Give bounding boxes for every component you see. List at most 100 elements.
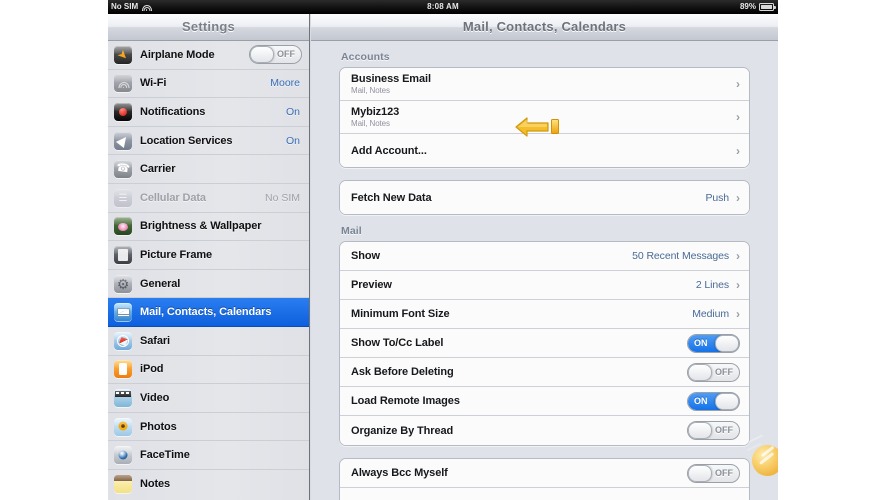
notifications-icon — [114, 102, 132, 121]
sidebar-item-label: Video — [140, 391, 170, 404]
account-row-mybiz123[interactable]: Mybiz123 Mail, Notes › — [340, 101, 749, 134]
sidebar-item-label: Mail, Contacts, Calendars — [140, 306, 272, 319]
safari-icon — [114, 331, 132, 350]
chevron-right-icon: › — [736, 110, 740, 124]
row-label: Load Remote Images — [351, 395, 460, 407]
sidebar-item-photos[interactable]: Photos — [108, 413, 309, 442]
chevron-right-icon: › — [736, 190, 740, 205]
toggle-state-label: ON — [694, 395, 708, 406]
sidebar-item-label: Notifications — [140, 105, 206, 118]
sidebar-item-airplane-mode[interactable]: ➤ Airplane Mode OFF — [108, 41, 309, 70]
account-name: Business Email — [351, 73, 431, 85]
facetime-icon — [114, 446, 132, 465]
row-label: Minimum Font Size — [351, 308, 450, 320]
add-account-label: Add Account... — [351, 144, 427, 157]
chevron-right-icon: › — [736, 77, 740, 91]
sidebar-item-label: Photos — [140, 420, 177, 433]
sidebar-item-value: Moore — [270, 77, 300, 90]
sidebar-item-wifi[interactable]: Wi-Fi Moore — [108, 70, 309, 99]
fetch-new-data-label: Fetch New Data — [351, 191, 432, 204]
sidebar-item-label: Carrier — [140, 163, 176, 176]
mail-row-preview[interactable]: Preview 2 Lines › — [340, 271, 749, 300]
sidebar-item-brightness-wallpaper[interactable]: Brightness & Wallpaper — [108, 213, 309, 242]
chevron-right-icon: › — [736, 307, 740, 321]
sidebar-navbar: Settings — [108, 14, 309, 41]
sidebar-item-value: No SIM — [264, 191, 300, 204]
sidebar-item-safari[interactable]: Safari — [108, 327, 309, 356]
sidebar-item-label: General — [140, 277, 181, 290]
sidebar-item-label: Picture Frame — [140, 248, 213, 261]
toggle-state-label: ON — [694, 337, 708, 348]
organize-by-thread-toggle[interactable]: OFF — [687, 421, 740, 440]
toggle-state-label: OFF — [715, 425, 733, 435]
detail-scroll-area[interactable]: Accounts Business Email Mail, Notes › My… — [311, 41, 778, 500]
mail-row-ask-before-deleting[interactable]: Ask Before Deleting OFF — [340, 358, 749, 387]
mail-row-load-remote-images[interactable]: Load Remote Images ON — [340, 387, 749, 416]
notes-icon — [114, 475, 132, 494]
sidebar-item-picture-frame[interactable]: Picture Frame — [108, 241, 309, 270]
sidebar-item-value: On — [285, 134, 300, 147]
sidebar-item-cellular-data[interactable]: ☰ Cellular Data No SIM — [108, 184, 309, 213]
airplane-mode-toggle[interactable]: OFF — [249, 45, 302, 65]
page-title: Mail, Contacts, Calendars — [462, 19, 627, 34]
chevron-right-icon: › — [736, 278, 740, 292]
accounts-group: Business Email Mail, Notes › Mybiz123 Ma… — [339, 67, 750, 168]
sidebar-item-label: Cellular Data — [140, 191, 206, 204]
mail-row-show[interactable]: Show 50 Recent Messages › — [340, 242, 749, 271]
row-label: Organize By Thread — [351, 424, 454, 437]
fetch-new-data-group: Fetch New Data Push › — [339, 180, 750, 215]
photos-icon — [114, 417, 132, 436]
mail-row-organize-by-thread[interactable]: Organize By Thread OFF — [340, 416, 749, 445]
sidebar-item-ipod[interactable]: iPod — [108, 356, 309, 385]
mail-row-show-to-cc-label[interactable]: Show To/Cc Label ON — [340, 329, 749, 358]
account-services: Mail, Notes — [351, 119, 390, 128]
fetch-new-data-row[interactable]: Fetch New Data Push › — [340, 181, 749, 214]
mail-row-partial[interactable] — [340, 488, 749, 500]
battery-icon — [759, 2, 776, 11]
bcc-group: Always Bcc Myself OFF — [339, 458, 750, 500]
split-view: Settings ➤ Airplane Mode OFF Wi-Fi Moore — [108, 14, 778, 500]
row-value: Medium — [692, 308, 729, 320]
status-bar-right: 89% — [740, 2, 776, 11]
toggle-state-label: OFF — [715, 467, 733, 478]
status-bar: No SIM 8:08 AM 89% — [108, 0, 778, 14]
account-row-business-email[interactable]: Business Email Mail, Notes › — [340, 68, 749, 101]
status-bar-clock: 8:08 AM — [427, 2, 459, 11]
sidebar-item-location-services[interactable]: Location Services On — [108, 127, 309, 156]
sidebar-item-value: On — [285, 105, 300, 118]
ipad-screen: No SIM 8:08 AM 89% Settings ➤ Airplane M… — [108, 0, 778, 500]
cellular-data-icon: ☰ — [114, 188, 132, 207]
sidebar-item-mail-contacts-calendars[interactable]: Mail, Contacts, Calendars — [108, 298, 309, 327]
mail-settings-group: Show 50 Recent Messages › Preview 2 Line… — [339, 241, 750, 446]
toggle-state-label: OFF — [277, 49, 295, 60]
show-to-cc-label-toggle[interactable]: ON — [687, 333, 740, 353]
mail-row-minimum-font-size[interactable]: Minimum Font Size Medium › — [340, 300, 749, 329]
settings-sidebar: Settings ➤ Airplane Mode OFF Wi-Fi Moore — [108, 14, 310, 500]
wifi-icon — [114, 74, 132, 93]
sidebar-item-label: Wi-Fi — [140, 77, 167, 90]
sidebar-item-video[interactable]: Video — [108, 384, 309, 413]
mail-row-always-bcc-myself[interactable]: Always Bcc Myself OFF — [340, 459, 749, 488]
sidebar-item-label: iPod — [140, 363, 164, 376]
mail-icon — [114, 303, 132, 322]
add-account-row[interactable]: Add Account... › — [340, 134, 749, 167]
sidebar-item-notifications[interactable]: Notifications On — [108, 98, 309, 127]
account-name: Mybiz123 — [351, 106, 400, 118]
fetch-new-data-value: Push — [705, 191, 729, 204]
sidebar-item-general[interactable]: ⚙ General — [108, 270, 309, 299]
ask-before-deleting-toggle[interactable]: OFF — [687, 362, 740, 382]
detail-pane: Mail, Contacts, Calendars Accounts Busin… — [311, 14, 778, 500]
row-label: Ask Before Deleting — [351, 366, 454, 378]
mail-section-header: Mail — [341, 225, 362, 237]
accounts-section-header: Accounts — [341, 51, 390, 63]
account-services: Mail, Notes — [351, 86, 390, 95]
sidebar-item-label: Airplane Mode — [140, 48, 215, 61]
video-icon — [114, 388, 132, 407]
load-remote-images-toggle[interactable]: ON — [687, 391, 740, 411]
toggle-state-label: OFF — [715, 366, 733, 377]
sidebar-item-notes[interactable]: Notes — [108, 470, 309, 499]
always-bcc-myself-toggle[interactable]: OFF — [687, 463, 740, 483]
sidebar-item-facetime[interactable]: FaceTime — [108, 441, 309, 470]
row-value: 50 Recent Messages — [632, 250, 729, 262]
sidebar-item-carrier[interactable]: ☎ Carrier — [108, 155, 309, 184]
